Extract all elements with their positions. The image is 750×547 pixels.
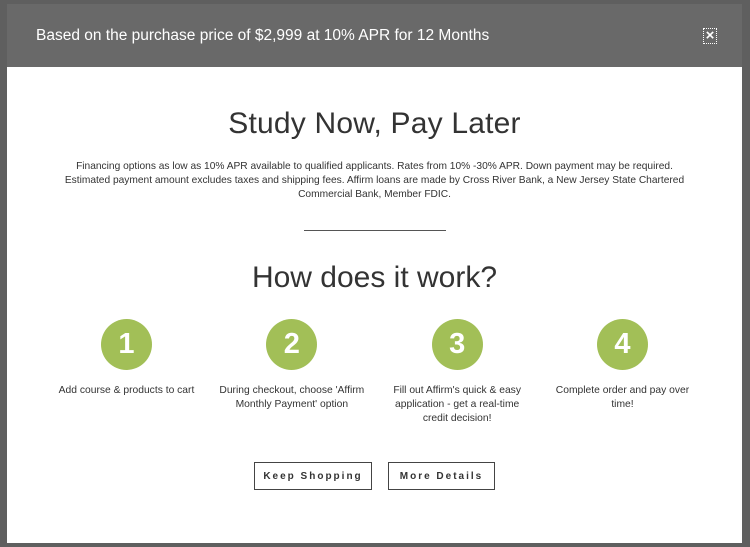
- financing-disclaimer: Financing options as low as 10% APR avai…: [64, 161, 685, 200]
- step-1: 1 Add course & products to cart: [52, 319, 202, 426]
- header-text: Based on the purchase price of $2,999 at…: [36, 26, 490, 44]
- step-number-badge: 4: [596, 319, 648, 370]
- section-subtitle: How does it work?: [251, 261, 498, 294]
- action-buttons: Keep Shopping More Details: [7, 462, 742, 490]
- divider: [303, 230, 446, 231]
- keep-shopping-button[interactable]: Keep Shopping: [254, 462, 372, 490]
- step-description: Complete order and pay over time!: [555, 385, 690, 410]
- step-4: 4 Complete order and pay over time!: [547, 319, 697, 426]
- step-3: 3 Fill out Affirm's quick & easy applica…: [382, 319, 532, 426]
- financing-modal: Based on the purchase price of $2,999 at…: [7, 4, 742, 543]
- step-number-badge: 2: [266, 319, 318, 370]
- step-2: 2 During checkout, choose 'Affirm Monthl…: [217, 319, 367, 426]
- page-title: Study Now, Pay Later: [228, 107, 521, 140]
- step-description: During checkout, choose 'Affirm Monthly …: [219, 385, 365, 410]
- step-description: Fill out Affirm's quick & easy applicati…: [393, 385, 521, 424]
- close-icon[interactable]: ×: [703, 27, 717, 44]
- more-details-button[interactable]: More Details: [388, 462, 495, 490]
- modal-header: Based on the purchase price of $2,999 at…: [7, 4, 742, 67]
- steps-list: 1 Add course & products to cart 2 During…: [52, 319, 698, 426]
- step-description: Add course & products to cart: [58, 385, 195, 396]
- step-number-badge: 1: [101, 319, 152, 370]
- step-number-badge: 3: [431, 319, 483, 370]
